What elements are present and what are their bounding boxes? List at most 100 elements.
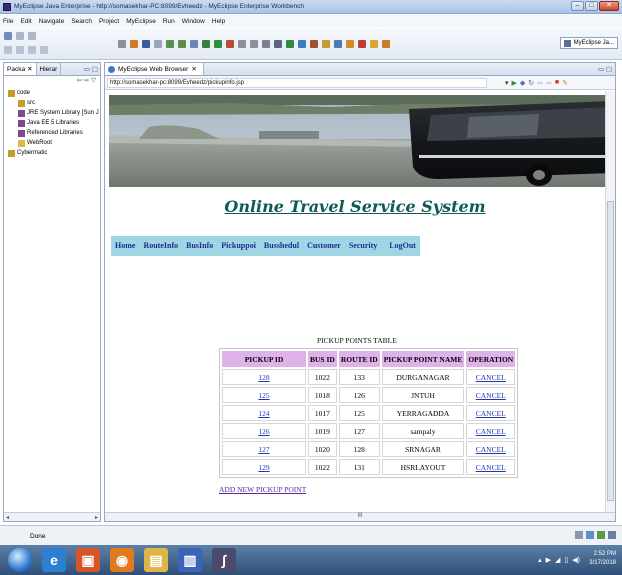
status-tool-icon[interactable]: [575, 531, 583, 539]
status-settings-icon[interactable]: [608, 531, 616, 539]
tab-hierarchy[interactable]: Hierar: [37, 63, 62, 75]
app-icon[interactable]: ▣: [76, 548, 100, 572]
nav-routeinfo[interactable]: RouteInfo: [139, 236, 182, 256]
tree-item[interactable]: JRE System Library [Sun J: [4, 108, 100, 118]
console-icon[interactable]: [262, 40, 270, 48]
cancel-link[interactable]: CANCEL: [476, 373, 506, 382]
pickup-id-link[interactable]: 126: [258, 427, 269, 436]
run-icon[interactable]: [286, 40, 294, 48]
tree-item[interactable]: Java EE 5 Libraries: [4, 118, 100, 128]
tray-flag-icon[interactable]: ▶: [546, 556, 551, 564]
scrollbar-thumb[interactable]: [607, 201, 614, 501]
task-icon[interactable]: [346, 40, 354, 48]
new-icon[interactable]: [4, 32, 12, 40]
url-dropdown-icon[interactable]: ▾: [505, 79, 509, 87]
tree-item[interactable]: Cybermatic: [4, 148, 100, 158]
stop-icon[interactable]: [226, 40, 234, 48]
forward-icon[interactable]: ⇨: [546, 79, 552, 87]
open-folder-icon[interactable]: [322, 40, 330, 48]
external-tools-icon[interactable]: [310, 40, 318, 48]
tools-icon[interactable]: [382, 40, 390, 48]
edit-icon[interactable]: [370, 40, 378, 48]
menu-run[interactable]: Run: [163, 18, 175, 25]
search-file-icon[interactable]: [334, 40, 342, 48]
add-pickup-point-link[interactable]: ADD NEW PICKUP POINT: [219, 485, 306, 494]
pickup-id-link[interactable]: 124: [258, 409, 269, 418]
new-class-icon[interactable]: [178, 40, 186, 48]
start-button[interactable]: [8, 548, 32, 572]
go-icon[interactable]: ▶: [512, 79, 517, 87]
cancel-link[interactable]: CANCEL: [476, 409, 506, 418]
back-icon[interactable]: ⇦: [537, 79, 543, 87]
run-server-icon[interactable]: [202, 40, 210, 48]
nav-businfo[interactable]: BusInfo: [182, 236, 217, 256]
chrome-icon[interactable]: ◉: [110, 548, 134, 572]
browser-horizontal-scrollbar[interactable]: III: [105, 512, 615, 521]
cancel-link[interactable]: CANCEL: [476, 391, 506, 400]
tree-item[interactable]: WebRoot: [4, 138, 100, 148]
minimize-button[interactable]: –: [571, 1, 584, 11]
deploy-icon[interactable]: [142, 40, 150, 48]
menu-file[interactable]: File: [3, 18, 13, 25]
stop-icon[interactable]: ■: [555, 79, 559, 86]
prev-annotation-icon[interactable]: [16, 46, 24, 54]
pickup-id-link[interactable]: 125: [258, 391, 269, 400]
url-input[interactable]: http://somasekhar-pc:8099/Evheedz/pickup…: [107, 77, 487, 88]
maximize-button[interactable]: □: [585, 1, 598, 11]
browser-minmax-icon[interactable]: ▭ ▢: [598, 65, 615, 73]
explorer-icon[interactable]: ▤: [144, 548, 168, 572]
tab-close-icon[interactable]: ✕: [27, 65, 32, 73]
pickup-id-link[interactable]: 127: [258, 445, 269, 454]
cancel-link[interactable]: CANCEL: [476, 427, 506, 436]
nav-security[interactable]: Security: [345, 236, 381, 256]
pickup-id-link[interactable]: 128: [258, 373, 269, 382]
tree-item[interactable]: code: [4, 88, 100, 98]
nav-busschedule[interactable]: Busshedul: [260, 236, 303, 256]
search-icon[interactable]: [274, 40, 282, 48]
menu-edit[interactable]: Edit: [20, 18, 31, 25]
forward-icon[interactable]: [40, 46, 48, 54]
print-icon[interactable]: [28, 32, 36, 40]
status-run-icon[interactable]: [597, 531, 605, 539]
close-button[interactable]: ✕: [599, 1, 619, 11]
status-view-icon[interactable]: [586, 531, 594, 539]
next-annotation-icon[interactable]: [4, 46, 12, 54]
db-icon[interactable]: [214, 40, 222, 48]
menu-help[interactable]: Help: [212, 18, 225, 25]
back-icon[interactable]: [28, 46, 36, 54]
pickup-id-link[interactable]: 129: [258, 463, 269, 472]
nav-customer[interactable]: Customer: [303, 236, 345, 256]
tab-web-browser[interactable]: MyEclipse Web Browser ✕: [105, 63, 204, 75]
clock[interactable]: 2:52 PM 3/17/2018: [589, 550, 616, 568]
panel-minmax-icon[interactable]: ▭ ▢: [84, 65, 100, 73]
tray-network-icon[interactable]: ◢: [555, 556, 560, 564]
left-horizontal-scrollbar[interactable]: ◂ ▸: [4, 512, 100, 521]
nav-pickuppoint[interactable]: Pickuppoi: [217, 236, 260, 256]
debug-icon[interactable]: [118, 40, 126, 48]
scroll-right-icon[interactable]: ▸: [95, 514, 98, 521]
web-icon[interactable]: [250, 40, 258, 48]
tab-close-icon[interactable]: ✕: [191, 65, 196, 73]
menu-navigate[interactable]: Navigate: [39, 18, 65, 25]
eclipse-icon[interactable]: ∫: [212, 548, 236, 572]
tray-battery-icon[interactable]: ▯: [564, 556, 568, 564]
document-icon[interactable]: ▥: [178, 548, 202, 572]
tab-package-explorer[interactable]: Packa ✕: [4, 63, 37, 75]
server-icon[interactable]: [130, 40, 138, 48]
tree-item[interactable]: Referenced Libraries: [4, 128, 100, 138]
menu-window[interactable]: Window: [182, 18, 205, 25]
browser-vertical-scrollbar[interactable]: [605, 91, 615, 513]
menu-myeclipse[interactable]: MyEclipse: [126, 18, 156, 25]
menu-project[interactable]: Project: [99, 18, 119, 25]
debug-run-icon[interactable]: [298, 40, 306, 48]
save-icon[interactable]: [16, 32, 24, 40]
cancel-link[interactable]: CANCEL: [476, 445, 506, 454]
scroll-left-icon[interactable]: ◂: [6, 514, 9, 521]
tray-expand-icon[interactable]: ▴: [538, 556, 542, 564]
nav-logout[interactable]: LogOut: [385, 236, 420, 256]
edit-source-icon[interactable]: ✎: [562, 79, 568, 87]
perspective-switcher[interactable]: MyEclipse Ja...: [559, 37, 618, 49]
bookmark-icon[interactable]: [358, 40, 366, 48]
site-title-link[interactable]: Online Travel Service System: [224, 197, 485, 216]
home-icon[interactable]: ◆: [520, 79, 525, 87]
